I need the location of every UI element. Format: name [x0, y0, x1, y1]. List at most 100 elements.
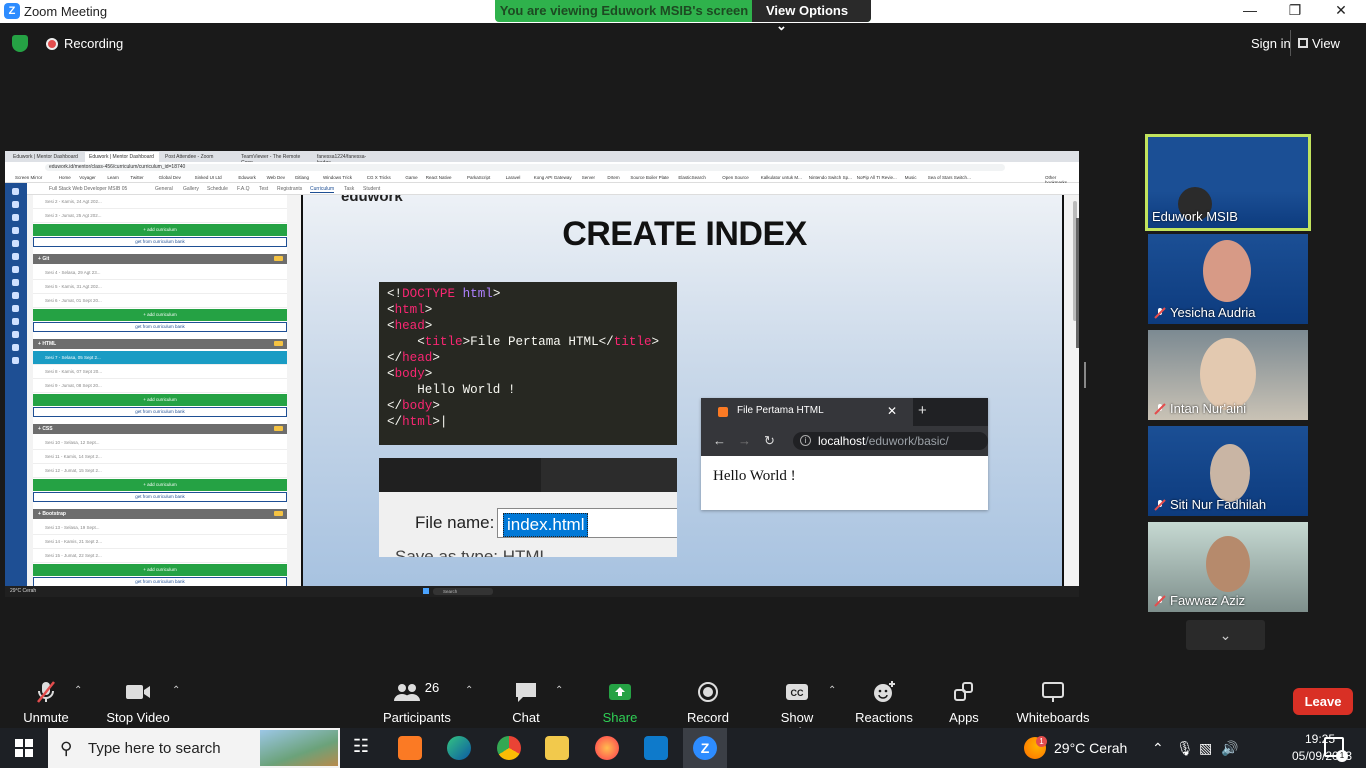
edge-browser-icon[interactable]	[447, 736, 471, 760]
list-item[interactable]: Sesi 6 - Jumat, 01 Sept 20...	[33, 294, 287, 308]
bookmark-item[interactable]: Game	[405, 175, 417, 180]
rail-nav-icon[interactable]	[12, 253, 19, 260]
list-item[interactable]: Sesi 2 - Kamis, 24 Agt 202...	[33, 195, 287, 209]
browser-tab[interactable]: TeamViewer - The Remote Conn...	[237, 152, 311, 166]
participant-tile[interactable]: Yesicha Audria	[1148, 234, 1308, 324]
audio-options-caret-icon[interactable]: ⌃	[74, 685, 82, 696]
taskbar-search[interactable]: ⚲ Type here to search	[48, 728, 340, 768]
list-item[interactable]: Sesi 13 - Selasa, 19 Sept...	[33, 521, 287, 535]
bookmark-item[interactable]: NoPip All TI Revie...	[857, 175, 897, 180]
zoom-taskbar-active[interactable]: Z	[683, 728, 727, 768]
view-button[interactable]: View	[1312, 36, 1340, 51]
url-field[interactable]: eduwork.id/mentor/class-456/curriculum/c…	[45, 164, 1005, 171]
rail-nav-icon[interactable]	[12, 188, 19, 195]
add-curriculum-button[interactable]: + add curriculum	[33, 479, 287, 491]
bookmark-item[interactable]: Music	[905, 175, 917, 180]
xampp-app-icon[interactable]	[398, 736, 422, 760]
nav-link-task[interactable]: Task	[344, 186, 354, 192]
bookmark-item[interactable]: Laravel	[506, 175, 521, 180]
rail-nav-icon[interactable]	[12, 344, 19, 351]
list-item[interactable]: Sesi 5 - Kamis, 31 Agt 202...	[33, 280, 287, 294]
section-header[interactable]: + Bootstrap	[33, 509, 287, 519]
bookmark-item[interactable]: Windows Trick	[323, 175, 352, 180]
list-item[interactable]: Sesi 10 - Selasa, 12 Sept...	[33, 436, 287, 450]
list-item[interactable]: Sesi 9 - Jumat, 08 Sept 20...	[33, 379, 287, 393]
file-explorer-icon[interactable]	[545, 736, 569, 760]
bookmark-item[interactable]: Gitlang	[295, 175, 309, 180]
bookmark-item[interactable]: Screen Mirror	[15, 175, 42, 180]
curriculum-bank-link[interactable]: get from curriculum bank	[33, 492, 287, 502]
section-header[interactable]: + HTML	[33, 339, 287, 349]
tray-network-icon[interactable]: ▧	[1199, 740, 1212, 757]
participants-button[interactable]: 26 Participants	[383, 680, 451, 725]
nav-link-schedule[interactable]: Schedule	[207, 186, 228, 192]
bookmark-item[interactable]: Kong API Gateway	[534, 175, 572, 180]
participant-tile[interactable]: Eduwork MSIB	[1145, 134, 1311, 231]
nav-link-test[interactable]: Test	[259, 186, 268, 192]
bookmark-item[interactable]: Open Source	[722, 175, 749, 180]
bookmark-item[interactable]: Voyager	[79, 175, 96, 180]
list-item[interactable]: Sesi 12 - Jumat, 15 Sept 2...	[33, 464, 287, 478]
leave-button[interactable]: Leave	[1293, 688, 1353, 715]
shared-scrollbar[interactable]	[1076, 218, 1079, 348]
browser-tab[interactable]: fanessa1224/fanessa-badge...	[313, 152, 387, 166]
add-curriculum-button[interactable]: + add curriculum	[33, 224, 287, 236]
list-item[interactable]: Sesi 11 - Kamis, 14 Sept 2...	[33, 450, 287, 464]
browser-tab[interactable]: Eduwork | Mentor Dashboard	[9, 152, 83, 162]
nav-link-curriculum[interactable]: Curriculum	[310, 186, 335, 193]
apps-button[interactable]: Apps	[947, 680, 981, 725]
nav-link-student[interactable]: Student	[363, 186, 380, 192]
participants-caret-icon[interactable]: ⌃	[465, 685, 473, 696]
list-item[interactable]: Sesi 7 - Selasa, 05 Sept 2...	[33, 351, 287, 365]
bookmark-item[interactable]: CG X Tricks	[367, 175, 391, 180]
browser-tab-active[interactable]: Eduwork | Mentor Dashboard	[85, 152, 159, 162]
bookmark-item[interactable]: React Native	[426, 175, 452, 180]
curriculum-bank-link[interactable]: get from curriculum bank	[33, 407, 287, 417]
bookmark-item[interactable]: Learn	[107, 175, 119, 180]
bookmark-item[interactable]: ParkaScript	[467, 175, 490, 180]
captions-caret-icon[interactable]: ⌃	[828, 685, 836, 696]
nav-link-faq[interactable]: F.A.Q	[237, 186, 250, 192]
bookmark-item[interactable]: Kalkulator untuk M...	[761, 175, 802, 180]
rail-nav-icon[interactable]	[12, 357, 19, 364]
rail-nav-icon[interactable]	[12, 214, 19, 221]
splitter-handle[interactable]	[1084, 362, 1086, 388]
rail-nav-icon[interactable]	[12, 266, 19, 273]
rail-nav-icon[interactable]	[12, 227, 19, 234]
maximize-icon[interactable]: ❐	[1285, 2, 1305, 19]
bookmark-item[interactable]: Sea of Stars Switch...	[928, 175, 971, 180]
whiteboards-button[interactable]: Whiteboards	[1016, 680, 1090, 725]
participant-tile[interactable]: Fawwaz Aziz	[1148, 522, 1308, 612]
reactions-button[interactable]: Reactions	[855, 680, 913, 725]
rail-nav-icon[interactable]	[12, 331, 19, 338]
nav-link-gallery[interactable]: Gallery	[183, 186, 199, 192]
section-header[interactable]: + Git	[33, 254, 287, 264]
list-item[interactable]: Sesi 14 - Kamis, 21 Sept 2...	[33, 535, 287, 549]
bookmark-item[interactable]: Global Dev	[159, 175, 181, 180]
participant-tile[interactable]: Siti Nur Fadhilah	[1148, 426, 1308, 516]
bookmark-item[interactable]: Server	[582, 175, 595, 180]
bookmark-item[interactable]: Home	[59, 175, 71, 180]
view-options-button[interactable]: View Options ⌄	[752, 0, 871, 33]
tray-microphone-icon[interactable]: 🎙	[1176, 740, 1194, 757]
video-options-caret-icon[interactable]: ⌃	[172, 685, 180, 696]
add-curriculum-button[interactable]: + add curriculum	[33, 564, 287, 576]
unmute-button[interactable]: Unmute	[20, 680, 72, 725]
curriculum-bank-link[interactable]: get from curriculum bank	[33, 237, 287, 247]
list-item[interactable]: Sesi 8 - Kamis, 07 Sept 20...	[33, 365, 287, 379]
vscode-app-icon[interactable]	[644, 736, 668, 760]
close-icon[interactable]: ✕	[1331, 2, 1351, 19]
sign-in-link[interactable]: Sign in	[1251, 36, 1291, 51]
list-item[interactable]: Sesi 15 - Jumat, 22 Sept 2...	[33, 549, 287, 563]
chrome-browser-icon[interactable]	[497, 736, 521, 760]
task-view-icon[interactable]: ☷	[349, 736, 373, 760]
security-shield-icon[interactable]	[12, 35, 28, 52]
chat-button[interactable]: Chat	[510, 680, 542, 725]
bookmark-item[interactable]: Twitter	[130, 175, 143, 180]
bookmark-item[interactable]: Web Dev	[267, 175, 285, 180]
rail-nav-icon[interactable]	[12, 305, 19, 312]
curriculum-bank-link[interactable]: get from curriculum bank	[33, 322, 287, 332]
participant-tile[interactable]: Intan Nur'aini	[1148, 330, 1308, 420]
bookmark-item[interactable]: Drtem	[607, 175, 619, 180]
rail-nav-icon[interactable]	[12, 318, 19, 325]
